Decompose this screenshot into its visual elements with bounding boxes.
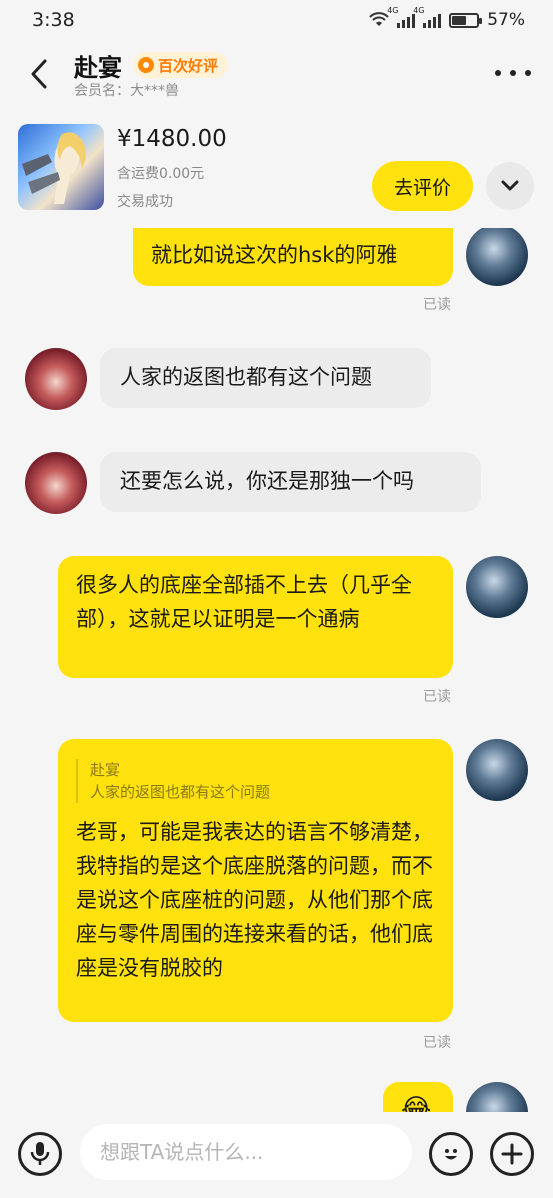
product-thumbnail[interactable] [18,124,104,210]
read-receipt: 已读 [423,689,451,705]
microphone-icon [30,1142,50,1165]
rating-badge: 百次好评 [133,52,229,78]
message-bubble[interactable]: 很多人的底座全部插不上去（几乎全部），这就足以证明是一个通病 [58,556,453,678]
message-bubble[interactable]: 😂 [383,1082,453,1112]
message-bubble[interactable]: 就比如说这次的hsk的阿雅 [133,228,453,286]
more-dot [495,70,501,76]
message-outgoing: 就比如说这次的hsk的阿雅 已读 [0,228,553,318]
signal-label-2: 4G [413,6,425,15]
quoted-message[interactable]: 赴宴 人家的返图也都有这个问题 [76,759,435,803]
review-button[interactable]: 去评价 [372,161,473,211]
quote-text: 人家的返图也都有这个问题 [90,783,271,801]
chat-header: 赴宴 百次好评 会员名：大***兽 [0,40,553,110]
my-avatar[interactable] [466,739,528,801]
status-bar: 3:38 4G 4G 57% [0,0,553,40]
expand-button[interactable] [486,162,534,210]
rating-badge-label: 百次好评 [158,56,219,75]
chevron-down-icon [501,180,519,191]
more-dot [510,70,516,76]
chat-screen: 3:38 4G 4G 57% 赴宴 百次好评 会员名：大***兽 ¥1480.0… [0,0,553,1198]
message-text: 老哥，可能是我表达的语言不够清楚，我特指的是这个底座脱落的问题，而不是说这个底座… [76,820,433,980]
contact-name: 赴宴 [74,54,122,82]
medal-icon [138,57,154,73]
signal-label: 4G [387,6,399,15]
message-bubble[interactable]: 赴宴 人家的返图也都有这个问题 老哥，可能是我表达的语言不够清楚，我特指的是这个… [58,739,453,1022]
message-outgoing: 很多人的底座全部插不上去（几乎全部），这就足以证明是一个通病 已读 [0,556,553,711]
member-name: 会员名：大***兽 [74,83,179,99]
message-outgoing: 😂 [0,1082,553,1112]
chevron-left-icon [31,59,47,89]
message-input[interactable] [80,1124,412,1180]
read-receipt: 已读 [423,297,451,313]
input-bar [0,1112,553,1198]
battery-percent: 57% [487,10,525,30]
my-avatar[interactable] [466,556,528,618]
battery-fill [452,15,466,25]
product-card[interactable]: ¥1480.00 含运费0.00元 交易成功 去评价 [0,110,553,228]
battery-icon [449,12,483,28]
message-text: 人家的返图也都有这个问题 [120,365,372,389]
back-button[interactable] [22,54,56,94]
message-text: 很多人的底座全部插不上去（几乎全部），这就足以证明是一个通病 [76,573,412,631]
message-text: 还要怎么说，你还是那独一个吗 [120,469,414,493]
more-button[interactable] [495,58,531,88]
status-icons: 4G 4G 57% [369,6,525,30]
status-time: 3:38 [32,9,75,31]
add-button[interactable] [490,1132,534,1176]
message-outgoing: 赴宴 人家的返图也都有这个问题 老哥，可能是我表达的语言不够清楚，我特指的是这个… [0,739,553,1059]
more-dot [525,70,531,76]
message-incoming: 还要怎么说，你还是那独一个吗 [0,450,553,516]
my-avatar[interactable] [466,1082,528,1112]
quote-author: 赴宴 [90,761,121,779]
plus-icon [501,1143,523,1165]
message-bubble[interactable]: 人家的返图也都有这个问题 [100,348,431,408]
emoji-button[interactable] [429,1132,473,1176]
read-receipt: 已读 [423,1035,451,1051]
message-list[interactable]: 就比如说这次的hsk的阿雅 已读 人家的返图也都有这个问题 还要怎么说，你还是那… [0,228,553,1112]
wifi-icon [369,12,389,26]
shipping-info: 含运费0.00元 [117,166,205,182]
message-incoming: 人家的返图也都有这个问题 [0,346,553,412]
signal-icon-2: 4G [413,6,442,28]
trade-status: 交易成功 [117,194,173,210]
message-text: 就比如说这次的hsk的阿雅 [151,243,398,267]
message-bubble[interactable]: 还要怎么说，你还是那独一个吗 [100,452,481,512]
emoji-icon [445,1149,457,1160]
product-price: ¥1480.00 [117,126,227,152]
voice-button[interactable] [18,1132,62,1176]
seller-avatar[interactable] [25,452,87,514]
seller-avatar[interactable] [25,348,87,410]
message-text: 😂 [401,1094,432,1112]
my-avatar[interactable] [466,228,528,286]
